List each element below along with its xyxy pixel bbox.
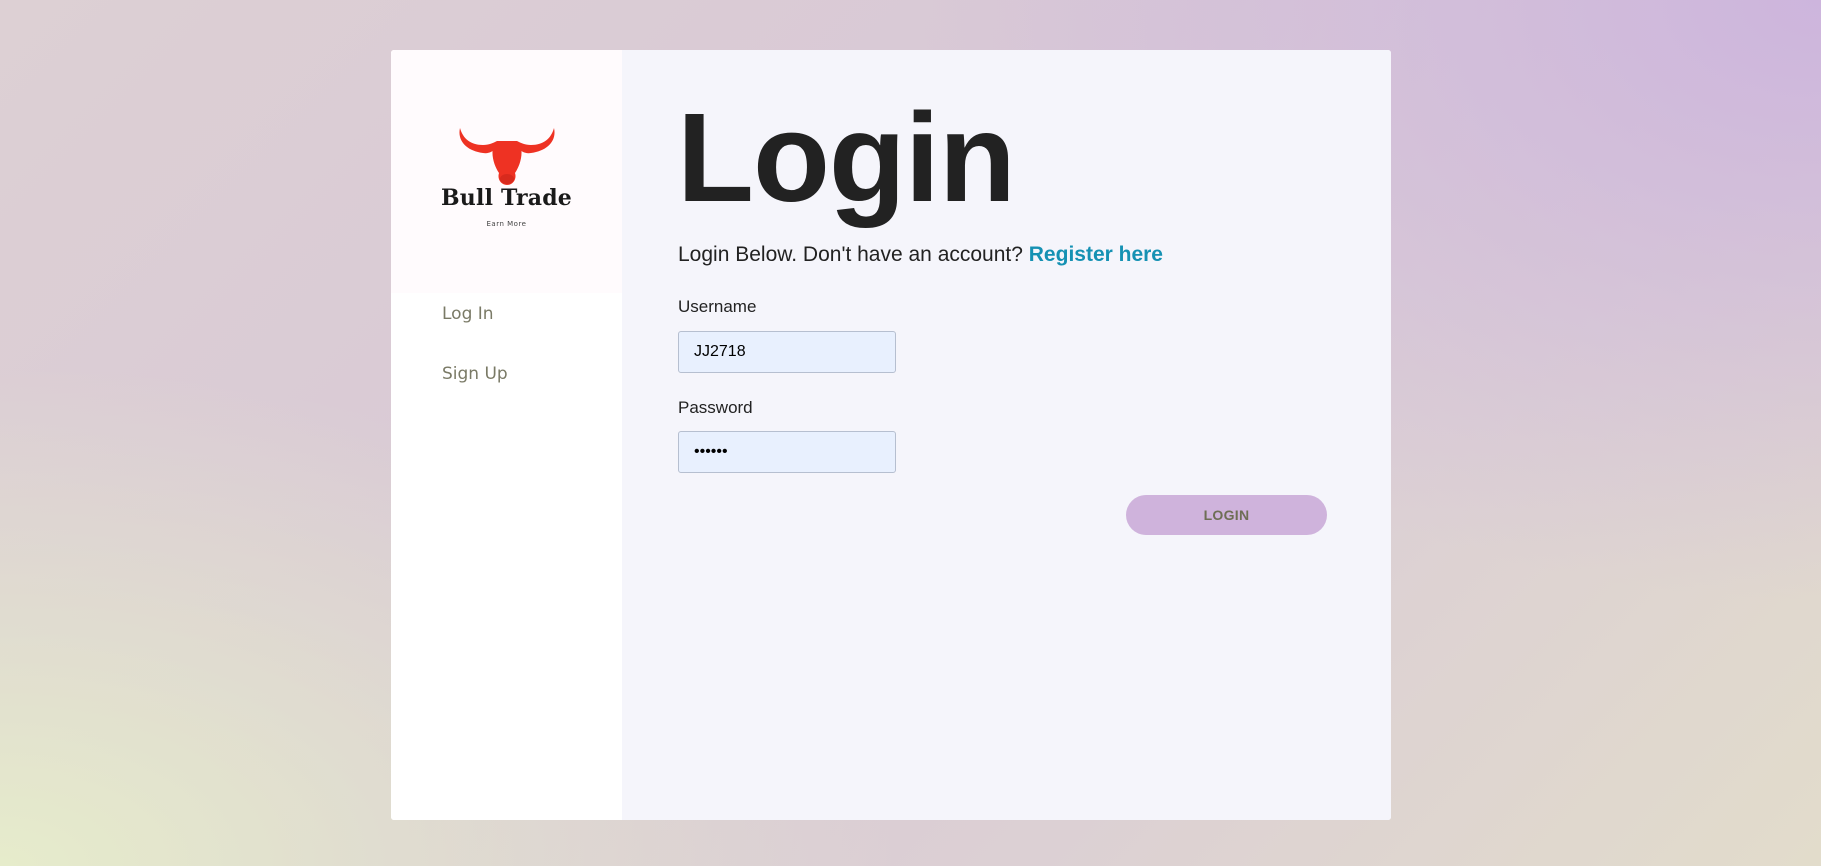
password-label: Password [678, 398, 753, 417]
subtitle-text: Login Below. Don't have an account? [678, 243, 1029, 266]
brand-tagline: Earn More [486, 220, 527, 228]
username-label: Username [678, 297, 757, 316]
login-card: Bull Trade Earn More Log In Sign Up Logi… [391, 50, 1391, 820]
sidebar-item-log-in[interactable]: Log In [442, 304, 494, 324]
page-title: Login [677, 87, 1016, 228]
password-input[interactable] [678, 431, 896, 473]
bull-head-icon [459, 128, 555, 185]
username-input[interactable] [678, 331, 896, 373]
main-content: Login Login Below. Don't have an account… [622, 50, 1391, 820]
sidebar-item-sign-up[interactable]: Sign Up [442, 364, 508, 384]
login-button[interactable]: LOGIN [1126, 495, 1327, 535]
brand-logo: Bull Trade Earn More [391, 50, 622, 293]
register-link[interactable]: Register here [1029, 243, 1163, 266]
login-subtitle: Login Below. Don't have an account? Regi… [678, 243, 1163, 267]
sidebar: Bull Trade Earn More Log In Sign Up [391, 50, 622, 820]
brand-name: Bull Trade [441, 185, 572, 211]
